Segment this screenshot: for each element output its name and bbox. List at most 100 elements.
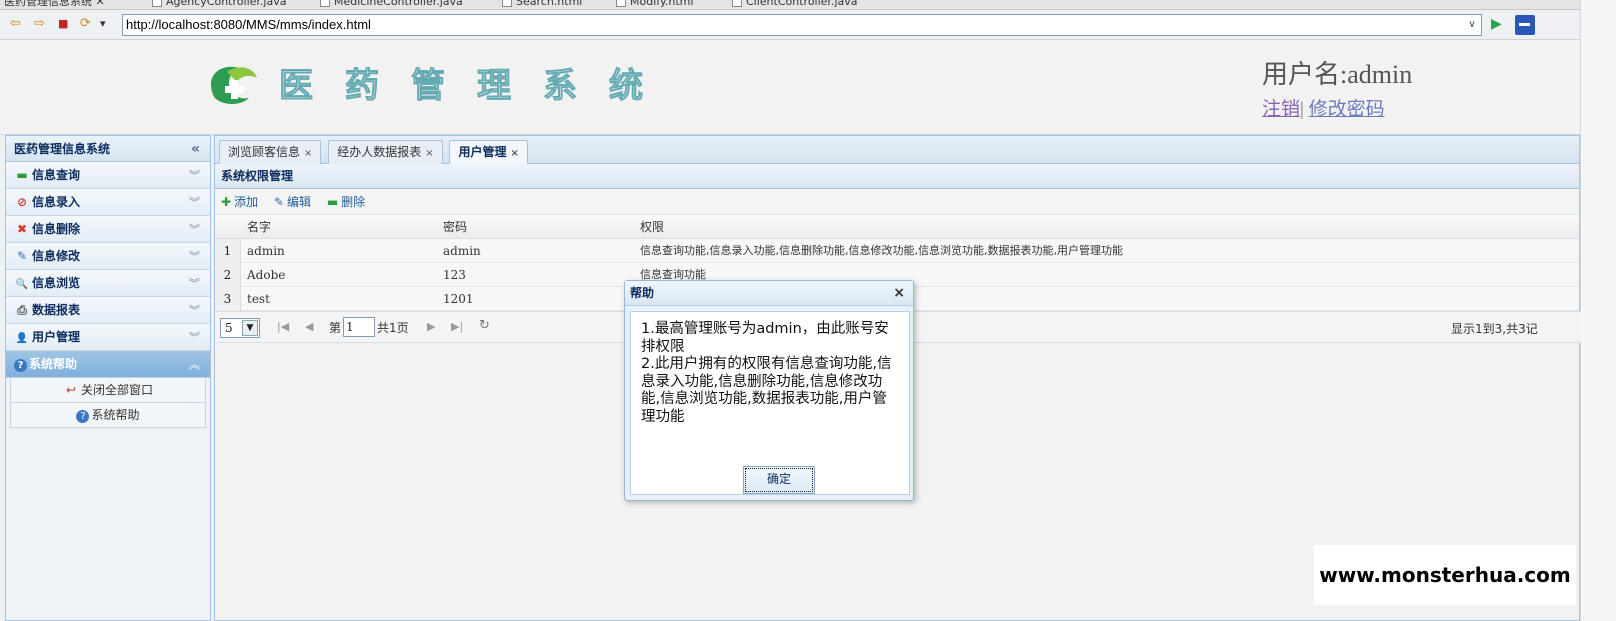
refresh-icon[interactable]: ⟳ [80,17,91,31]
logo-char: 管 [410,65,446,107]
close-icon[interactable]: × [510,148,518,159]
sidebar-item-label: 系统帮助 [29,357,78,371]
undo-icon: ↩ [65,383,77,397]
page-number-input[interactable]: 1 [343,317,375,337]
printer-icon: ⎙ [17,303,27,317]
chevron-down-icon[interactable]: ▼ [242,320,258,336]
file-icon [732,0,742,7]
cell-password: 123 [443,268,466,282]
last-page-icon[interactable]: ▶| [451,320,463,333]
table-row[interactable]: 1 admin admin 信息查询功能,信息录入功能,信息删除功能,信息修改功… [215,239,1579,263]
ok-button[interactable]: 确定 [743,466,815,494]
column-header-permissions[interactable]: 权限 [640,215,664,239]
column-header-password[interactable]: 密码 [443,215,467,239]
watermark: www.monsterhua.com [1314,545,1576,605]
chevron-down-icon: ︾ [189,331,200,344]
browser-toolbar: ⇦ ⇨ ■ ⟳ ▾ http://localhost:8080/MMS/mms/… [0,10,1580,40]
sidebar-item-label: 信息录入 [32,195,81,209]
logo-icon [211,66,257,104]
user-name-label: 用户名:admin [1262,60,1413,89]
next-page-icon[interactable]: ▶ [427,320,435,333]
sub-item-label: 关闭全部窗口 [80,383,153,397]
sidebar-item-label: 信息查询 [32,168,81,182]
sub-item-label: 系统帮助 [91,408,140,422]
url-input[interactable]: http://localhost:8080/MMS/mms/index.html… [122,14,1482,36]
sidebar-item-data-report[interactable]: ⎙ 数据报表 ︾ [6,297,210,324]
sidebar-title-text: 医药管理信息系统 [14,142,111,156]
close-icon[interactable]: × [304,148,312,159]
editor-tab-client[interactable]: ClientController.java [732,0,858,9]
sidebar-item-info-delete[interactable]: ✖ 信息删除 ︾ [6,216,210,243]
editor-tab-modify[interactable]: Modify.html [616,0,693,9]
sidebar-item-system-help[interactable]: ? 系统帮助 ︽ [6,351,210,378]
page-size-select[interactable]: 5 ▼ [220,318,260,338]
chevron-down-icon: ︾ [189,277,200,290]
chevron-up-icon: ︽ [189,358,200,371]
go-icon[interactable]: ▶ [1491,16,1502,32]
sidebar-item-label: 用户管理 [32,330,81,344]
pencil-icon: ✎ [16,249,28,263]
cell-name: Adobe [247,268,286,282]
sidebar-item-info-browse[interactable]: 🔍 信息浏览 ︾ [6,270,210,297]
collapse-icon[interactable]: « [191,136,200,162]
dialog-header: 帮助 × [625,281,913,306]
file-icon [320,0,330,7]
help-icon: ? [14,359,27,372]
refresh-icon[interactable]: ↻ [479,318,490,333]
delete-button[interactable]: ▬ 删除 [327,189,365,215]
cell-password: admin [443,244,481,258]
sidebar-item-user-management[interactable]: 👤 用户管理 ︾ [6,324,210,351]
change-password-link[interactable]: 修改密码 [1309,99,1385,120]
tab-label: 经办人数据报表 [337,145,422,159]
logo-text: 医 药 管 理 系 统 [268,64,654,108]
tab-label: 浏览顾客信息 [228,145,301,159]
menu-dropdown-icon[interactable]: ▾ [100,17,106,31]
tab-strip: 浏览顾客信息 × 经办人数据报表 × 用户管理 × [215,136,1579,164]
editor-tab-medicine[interactable]: MedicineController.java [320,0,463,9]
logo-char: 理 [476,65,512,107]
back-icon[interactable]: ⇦ [10,17,21,31]
sidebar-item-info-modify[interactable]: ✎ 信息修改 ︾ [6,243,210,270]
sidebar-item-info-entry[interactable]: ⊘ 信息录入 ︾ [6,189,210,216]
chevron-down-icon[interactable]: ∨ [1465,15,1479,35]
close-all-windows-item[interactable]: ↩ 关闭全部窗口 [10,378,206,403]
tab-browse-customers[interactable]: 浏览顾客信息 × [219,140,322,164]
tab-agent-report[interactable]: 经办人数据报表 × [328,140,443,164]
user-links: 注销| 修改密码 [1262,94,1385,121]
pagination-info: 显示1到3,共3记 [1451,322,1538,336]
column-header-name[interactable]: 名字 [247,215,271,239]
editor-tab-app[interactable]: 医药管理信息系统 ✕ [4,0,105,9]
external-browser-icon[interactable] [1515,15,1535,35]
add-icon: ✚ [221,195,232,209]
forward-icon[interactable]: ⇨ [34,17,45,31]
chevron-down-icon: ︾ [189,196,200,209]
grid-toolbar: ✚ 添加 ✎ 编辑 ▬ 删除 [215,189,1579,215]
sidebar-item-info-query[interactable]: ▬ 信息查询 ︾ [6,162,210,189]
page-label: 第 [329,321,342,335]
panel-title: 系统权限管理 [215,164,1579,189]
close-icon[interactable]: × [893,281,905,306]
add-button[interactable]: ✚ 添加 [221,189,258,215]
cell-name: test [247,292,270,306]
search-icon: 🔍 [15,279,29,290]
edit-button[interactable]: ✎ 编辑 [274,189,311,215]
stop-icon[interactable]: ■ [58,17,68,31]
delete-icon: ✖ [16,222,28,236]
entry-icon: ⊘ [16,195,28,209]
prev-page-icon[interactable]: ◀ [305,320,313,333]
first-page-icon[interactable]: |◀ [277,320,289,333]
tab-user-management[interactable]: 用户管理 × [449,140,528,164]
editor-tab-search[interactable]: Search.html [502,0,582,9]
delete-label: 删除 [341,195,366,209]
logo-char: 统 [608,65,644,107]
system-help-item[interactable]: ? 系统帮助 [10,403,206,428]
row-number: 1 [215,239,241,263]
link-separator: | [1300,99,1304,120]
editor-tab-agency[interactable]: AgencyController.java [152,0,286,9]
dialog-title: 帮助 [630,286,655,300]
close-icon[interactable]: × [425,148,433,159]
query-icon: ▬ [16,168,28,182]
tab-label: 用户管理 [458,145,507,159]
logout-link[interactable]: 注销 [1262,99,1300,120]
app-header: 医 药 管 理 系 统 用户名:admin 注销| 修改密码 [0,40,1580,135]
